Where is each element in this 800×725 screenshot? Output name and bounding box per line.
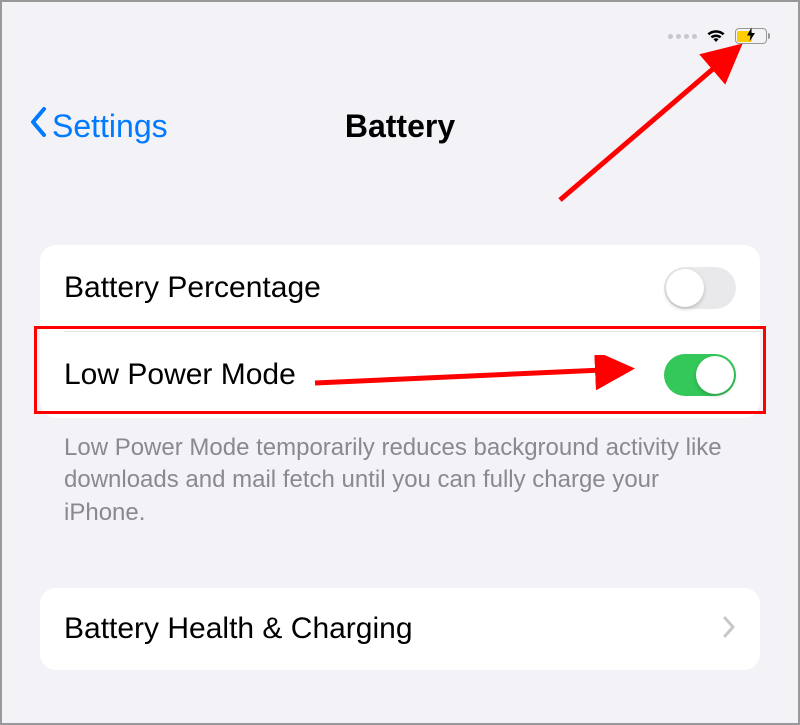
battery-charging-icon <box>735 28 771 44</box>
low-power-mode-description: Low Power Mode temporarily reduces backg… <box>64 432 736 529</box>
toggle-low-power-mode[interactable] <box>664 354 736 396</box>
settings-group-main: Battery Percentage Low Power Mode <box>40 245 760 418</box>
row-battery-health[interactable]: Battery Health & Charging <box>40 588 760 670</box>
status-bar <box>668 28 771 44</box>
row-label: Battery Health & Charging <box>64 612 413 646</box>
toggle-knob <box>666 269 704 307</box>
chevron-left-icon <box>28 105 48 148</box>
row-battery-percentage[interactable]: Battery Percentage <box>40 245 760 331</box>
nav-header: Settings Battery <box>0 105 800 148</box>
settings-group-health: Battery Health & Charging <box>40 588 760 670</box>
row-label: Battery Percentage <box>64 271 321 305</box>
toggle-battery-percentage[interactable] <box>664 267 736 309</box>
back-label: Settings <box>52 108 168 145</box>
cellular-signal-icon <box>668 34 697 39</box>
row-low-power-mode[interactable]: Low Power Mode <box>64 331 760 418</box>
wifi-icon <box>705 28 727 44</box>
page-title: Battery <box>345 108 455 145</box>
toggle-knob <box>696 356 734 394</box>
chevron-right-icon <box>722 614 736 645</box>
row-label: Low Power Mode <box>64 358 296 392</box>
back-button[interactable]: Settings <box>28 105 168 148</box>
